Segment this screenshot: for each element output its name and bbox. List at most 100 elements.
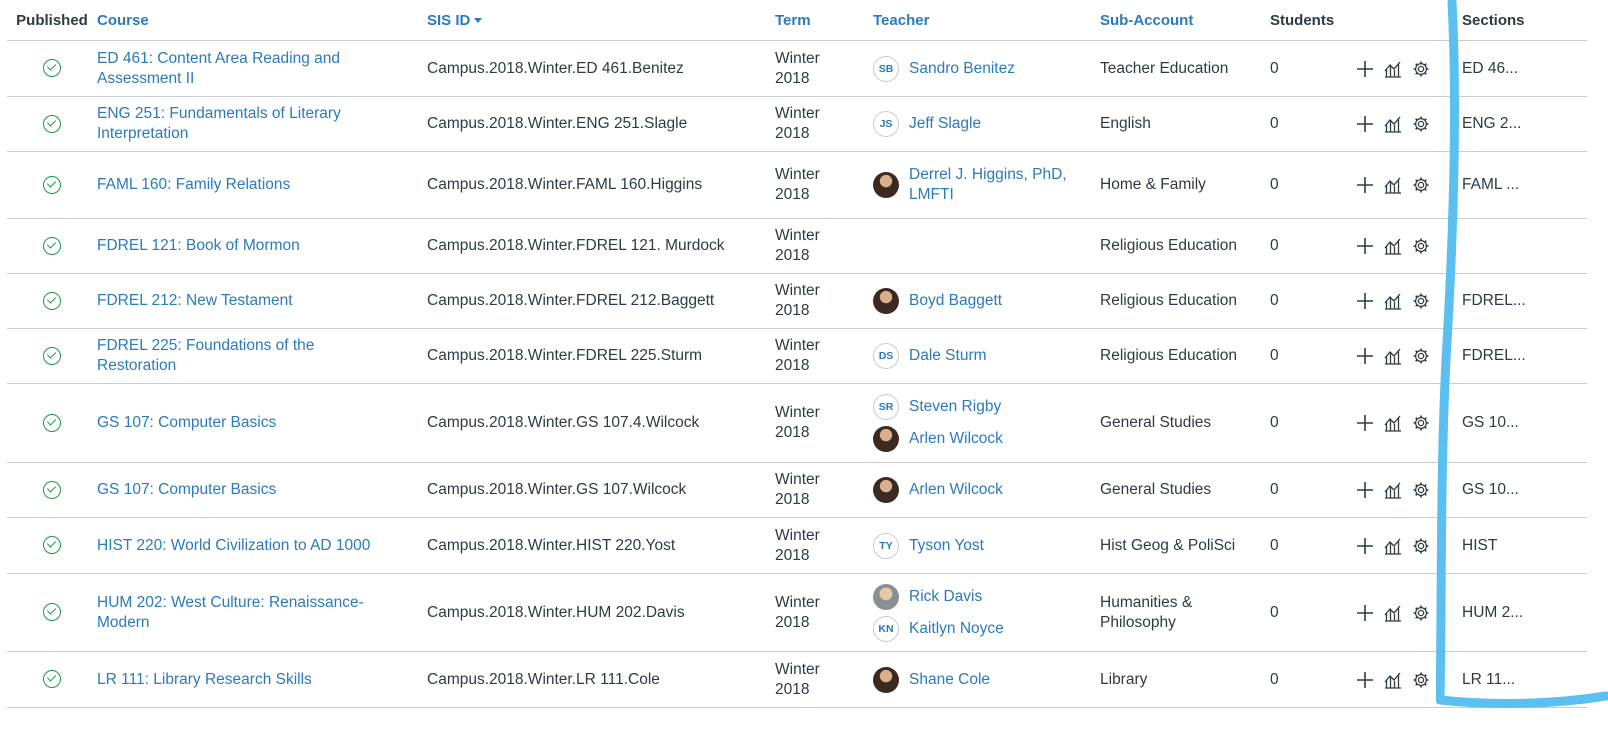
statistics-icon[interactable] <box>1383 480 1403 500</box>
settings-gear-icon[interactable] <box>1411 603 1431 623</box>
teacher-name-link[interactable]: Tyson Yost <box>909 536 984 556</box>
course-link[interactable]: FAML 160: Family Relations <box>97 176 290 193</box>
sub-account-header-label[interactable]: Sub-Account <box>1100 12 1193 29</box>
published-cell <box>7 273 97 329</box>
settings-gear-icon[interactable] <box>1411 413 1431 433</box>
teacher-entry: SR Steven Rigby <box>873 391 1080 423</box>
settings-gear-icon[interactable] <box>1411 670 1431 690</box>
course-link[interactable]: LR 111: Library Research Skills <box>97 671 312 688</box>
students-header: Students <box>1270 0 1355 41</box>
avatar[interactable]: SR <box>873 394 899 420</box>
students-cell: 0 <box>1270 218 1355 274</box>
add-icon[interactable] <box>1355 59 1375 79</box>
term-header-label[interactable]: Term <box>775 12 811 29</box>
statistics-icon[interactable] <box>1383 603 1403 623</box>
settings-gear-icon[interactable] <box>1411 114 1431 134</box>
settings-gear-icon[interactable] <box>1411 59 1431 79</box>
term-cell: Winter 2018 <box>775 151 873 219</box>
course-link[interactable]: ENG 251: Fundamentals of Literary Interp… <box>97 105 341 142</box>
course-link[interactable]: FDREL 225: Foundations of the Restoratio… <box>97 337 314 374</box>
teacher-name-link[interactable]: Boyd Baggett <box>909 291 1002 311</box>
course-link[interactable]: GS 107: Computer Basics <box>97 481 276 498</box>
avatar[interactable] <box>873 583 899 610</box>
table-row: GS 107: Computer Basics Campus.2018.Wint… <box>7 462 1587 518</box>
teacher-cell: Boyd Baggett <box>873 273 1100 329</box>
published-cell <box>7 40 97 97</box>
teacher-name-link[interactable]: Arlen Wilcock <box>909 480 1003 500</box>
statistics-icon[interactable] <box>1383 413 1403 433</box>
sections-cell: FDREL... <box>1462 273 1587 329</box>
avatar[interactable] <box>873 288 899 314</box>
avatar[interactable]: JS <box>873 111 899 137</box>
add-icon[interactable] <box>1355 175 1375 195</box>
avatar[interactable]: KN <box>873 615 899 642</box>
add-icon[interactable] <box>1355 536 1375 556</box>
add-icon[interactable] <box>1355 670 1375 690</box>
actions-cell <box>1355 573 1462 652</box>
teacher-cell: Rick Davis KN Kaitlyn Noyce <box>873 573 1100 652</box>
add-icon[interactable] <box>1355 236 1375 256</box>
avatar[interactable] <box>873 172 899 198</box>
course-link[interactable]: FDREL 121: Book of Mormon <box>97 237 300 254</box>
add-icon[interactable] <box>1355 291 1375 311</box>
settings-gear-icon[interactable] <box>1411 175 1431 195</box>
teacher-name-link[interactable]: Shane Cole <box>909 670 990 690</box>
add-icon[interactable] <box>1355 480 1375 500</box>
settings-gear-icon[interactable] <box>1411 291 1431 311</box>
avatar[interactable] <box>873 666 899 693</box>
settings-gear-icon[interactable] <box>1411 236 1431 256</box>
sub-account-header[interactable]: Sub-Account <box>1100 0 1270 41</box>
teacher-header-label[interactable]: Teacher <box>873 12 929 29</box>
teacher-entry: Derrel J. Higgins, PhD, LMFTI <box>873 165 1080 205</box>
course-link[interactable]: ED 461: Content Area Reading and Assessm… <box>97 50 340 87</box>
teacher-entry: SB Sandro Benitez <box>873 53 1080 85</box>
statistics-icon[interactable] <box>1383 536 1403 556</box>
teacher-name-link[interactable]: Sandro Benitez <box>909 59 1015 79</box>
statistics-icon[interactable] <box>1383 59 1403 79</box>
avatar[interactable] <box>873 477 899 503</box>
course-header-label[interactable]: Course <box>97 12 149 29</box>
course-header[interactable]: Course <box>97 0 427 41</box>
course-link[interactable]: GS 107: Computer Basics <box>97 414 276 431</box>
sis-id-header-label[interactable]: SIS ID <box>427 12 470 29</box>
avatar[interactable]: SB <box>873 55 899 82</box>
course-link[interactable]: HUM 202: West Culture: Renaissance-Moder… <box>97 594 364 631</box>
statistics-icon[interactable] <box>1383 114 1403 134</box>
teacher-name-link[interactable]: Jeff Slagle <box>909 114 981 134</box>
add-icon[interactable] <box>1355 346 1375 366</box>
teacher-name-link[interactable]: Kaitlyn Noyce <box>909 619 1004 639</box>
statistics-icon[interactable] <box>1383 291 1403 311</box>
teacher-header[interactable]: Teacher <box>873 0 1100 41</box>
term-cell: Winter 2018 <box>775 651 873 708</box>
statistics-icon[interactable] <box>1383 175 1403 195</box>
avatar[interactable] <box>873 426 899 452</box>
settings-gear-icon[interactable] <box>1411 480 1431 500</box>
students-cell: 0 <box>1270 151 1355 219</box>
published-cell <box>7 96 97 152</box>
settings-gear-icon[interactable] <box>1411 346 1431 366</box>
teacher-name-link[interactable]: Dale Sturm <box>909 346 987 366</box>
statistics-icon[interactable] <box>1383 236 1403 256</box>
statistics-icon[interactable] <box>1383 346 1403 366</box>
teacher-entry: Boyd Baggett <box>873 285 1080 317</box>
settings-gear-icon[interactable] <box>1411 536 1431 556</box>
teacher-name-link[interactable]: Arlen Wilcock <box>909 429 1003 449</box>
teacher-name-link[interactable]: Steven Rigby <box>909 397 1001 417</box>
teacher-name-link[interactable]: Rick Davis <box>909 587 982 607</box>
teacher-name-link[interactable]: Derrel J. Higgins, PhD, LMFTI <box>909 165 1080 205</box>
term-header[interactable]: Term <box>775 0 873 41</box>
avatar[interactable]: DS <box>873 343 899 369</box>
teacher-cell <box>873 218 1100 274</box>
sections-cell: HIST <box>1462 517 1587 574</box>
avatar[interactable]: TY <box>873 532 899 559</box>
course-link[interactable]: FDREL 212: New Testament <box>97 292 293 309</box>
add-icon[interactable] <box>1355 413 1375 433</box>
add-icon[interactable] <box>1355 114 1375 134</box>
sis-id-header[interactable]: SIS ID <box>427 0 775 41</box>
statistics-icon[interactable] <box>1383 670 1403 690</box>
published-check-icon <box>43 480 61 499</box>
course-link[interactable]: HIST 220: World Civilization to AD 1000 <box>97 537 370 554</box>
add-icon[interactable] <box>1355 603 1375 623</box>
sections-cell: LR 11... <box>1462 651 1587 708</box>
actions-cell <box>1355 517 1462 574</box>
